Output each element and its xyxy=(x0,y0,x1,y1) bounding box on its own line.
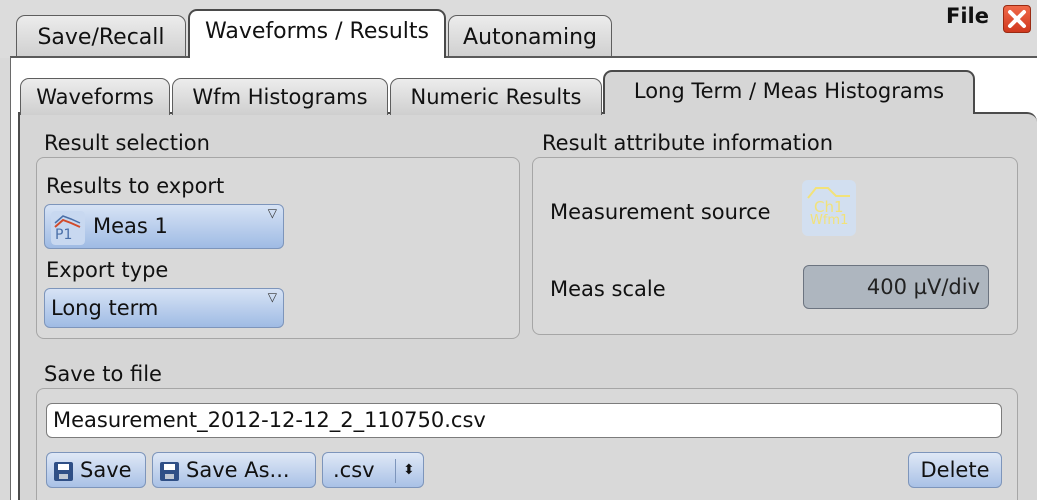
meas-scale-label: Meas scale xyxy=(550,277,666,301)
results-to-export-dropdown[interactable]: P1 Meas 1 ▽ xyxy=(44,204,284,249)
format-divider xyxy=(395,459,396,483)
results-to-export-label: Results to export xyxy=(46,174,225,198)
close-icon xyxy=(1008,10,1026,28)
tab-waveforms-results[interactable]: Waveforms / Results xyxy=(188,9,446,58)
save-to-file-title: Save to file xyxy=(44,362,162,386)
save-as-button-label: Save As... xyxy=(186,458,290,482)
source-icon-channel: Ch1 xyxy=(814,198,844,216)
tab-save-recall[interactable]: Save/Recall xyxy=(16,15,186,58)
measurement-source-label: Measurement source xyxy=(550,200,771,224)
tab-autonaming[interactable]: Autonaming xyxy=(448,15,612,58)
source-icon-waveform: Wfm1 xyxy=(810,213,849,228)
spinner-arrows-icon: ⬍ xyxy=(403,462,415,478)
file-dialog: Save/Recall Waveforms / Results Autonami… xyxy=(0,0,1037,500)
file-format-select[interactable]: .csv ⬍ xyxy=(322,452,424,488)
export-type-dropdown[interactable]: Long term ▽ xyxy=(44,288,284,328)
export-type-label: Export type xyxy=(46,258,169,282)
tab-long-term-meas-histograms[interactable]: Long Term / Meas Histograms xyxy=(603,70,975,114)
dropdown-arrow-icon: ▽ xyxy=(267,206,277,220)
delete-button[interactable]: Delete xyxy=(908,452,1002,488)
export-type-value: Long term xyxy=(51,296,159,320)
measurement-icon-label: P1 xyxy=(55,227,73,243)
filename-input[interactable]: Measurement_2012-12-12_2_110750.csv xyxy=(46,403,1002,438)
save-as-icon xyxy=(160,462,179,481)
tab-waveforms[interactable]: Waveforms xyxy=(20,78,170,115)
save-button-label: Save xyxy=(80,458,132,482)
file-format-value: .csv xyxy=(333,458,375,482)
results-to-export-value: Meas 1 xyxy=(93,214,168,238)
save-icon xyxy=(54,462,73,481)
save-button[interactable]: Save xyxy=(46,452,146,488)
close-button[interactable] xyxy=(1003,5,1031,33)
result-selection-title: Result selection xyxy=(44,131,210,155)
result-attribute-title: Result attribute information xyxy=(542,131,834,155)
window-title: File xyxy=(946,4,989,28)
tab-numeric-results[interactable]: Numeric Results xyxy=(390,78,602,115)
measurement-source-icon: Ch1 Wfm1 xyxy=(802,180,856,236)
tab-wfm-histograms[interactable]: Wfm Histograms xyxy=(172,78,388,115)
save-as-button[interactable]: Save As... xyxy=(152,452,316,488)
dropdown-arrow-icon: ▽ xyxy=(267,290,277,304)
meas-scale-readout: 400 µV/div xyxy=(803,265,989,309)
